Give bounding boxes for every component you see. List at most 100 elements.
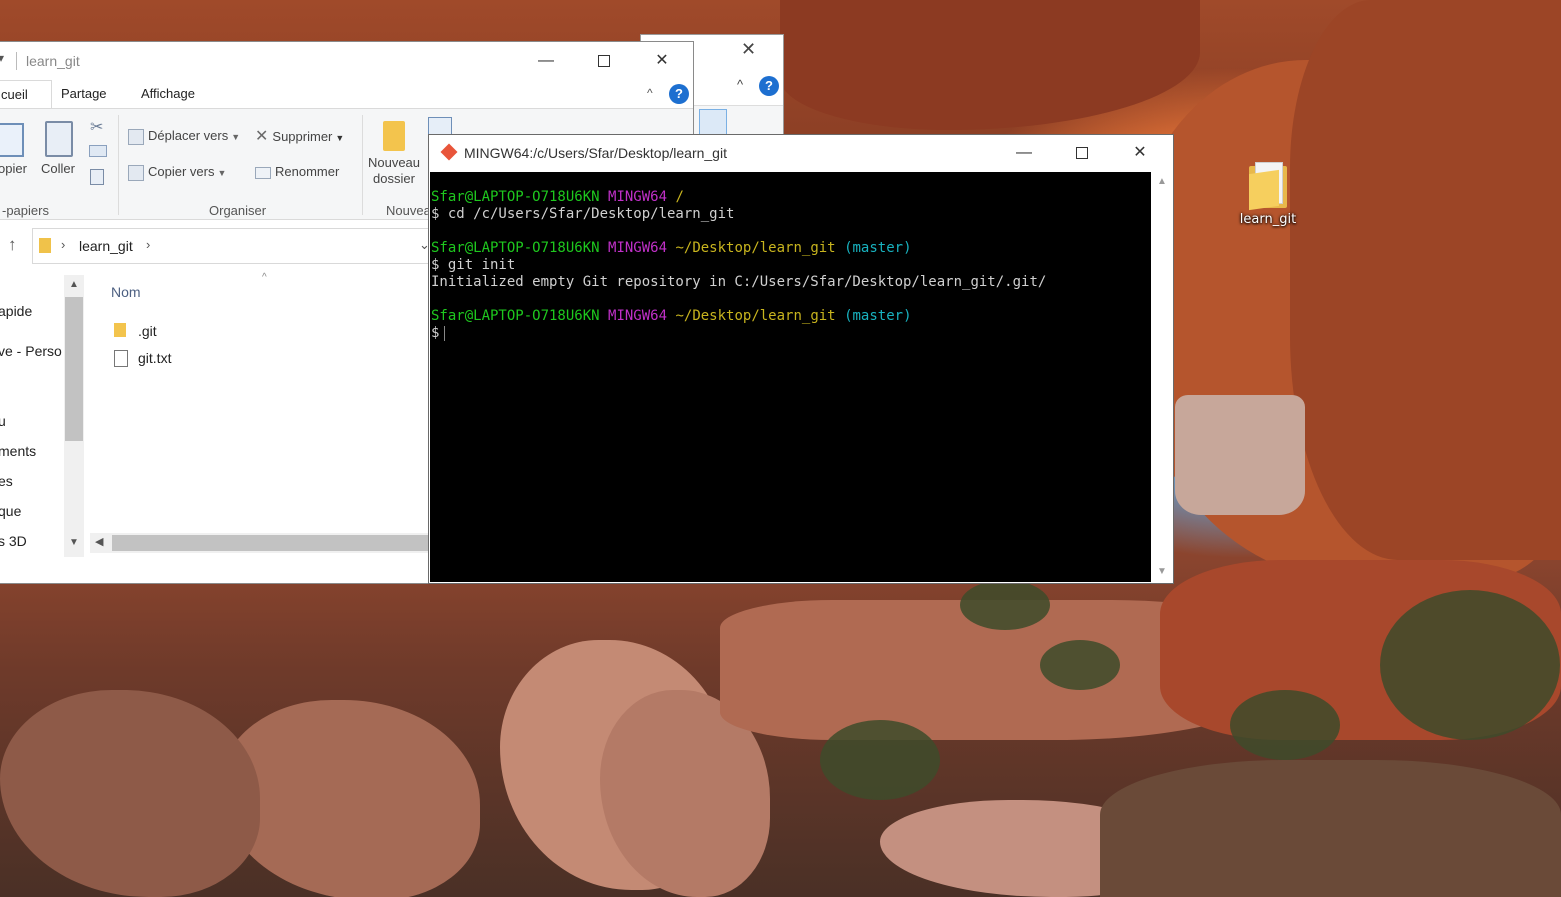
group-label-new: Nouvea xyxy=(386,203,431,218)
rename-label: Renommer xyxy=(275,164,340,179)
prompt-system: MINGW64 xyxy=(608,240,668,256)
chevron-up-icon[interactable]: ^ xyxy=(737,77,743,92)
breadcrumb-item-learn-git[interactable]: learn_git xyxy=(79,238,133,254)
paste-shortcut-icon[interactable] xyxy=(90,169,104,185)
tab-affichage[interactable]: Affichage xyxy=(139,80,197,108)
help-icon[interactable]: ? xyxy=(759,76,779,96)
copy-to-button[interactable]: Copier vers ▼ xyxy=(128,164,226,181)
scrollbar-thumb[interactable] xyxy=(112,535,430,551)
prompt-branch: (master) xyxy=(844,308,912,324)
scroll-down-icon[interactable]: ▼ xyxy=(1157,566,1167,577)
group-label-organize: Organiser xyxy=(209,203,267,218)
new-folder-button[interactable]: Nouveau dossier xyxy=(366,117,422,199)
wallpaper-shrub xyxy=(820,720,940,800)
maximize-button[interactable] xyxy=(1059,135,1105,171)
cut-icon[interactable]: ✂ xyxy=(90,117,103,137)
window-title: learn_git xyxy=(26,53,80,69)
prompt-user: Sfar@LAPTOP-O718U6KN xyxy=(431,240,600,256)
breadcrumb[interactable]: › learn_git › ⌄ xyxy=(32,228,434,264)
text-cursor xyxy=(444,325,446,341)
wallpaper-ground xyxy=(1100,760,1561,897)
prompt-system: MINGW64 xyxy=(608,308,668,324)
view-layout-icon[interactable] xyxy=(699,109,727,137)
prompt-line: Sfar@LAPTOP-O718U6KN MINGW64 / xyxy=(431,189,684,206)
wallpaper-shrub xyxy=(1040,640,1120,690)
scroll-down-icon[interactable]: ▼ xyxy=(69,537,79,548)
up-arrow-icon[interactable]: ↑ xyxy=(8,235,17,255)
file-name: .git xyxy=(138,323,157,339)
horizontal-scrollbar[interactable]: ◀ xyxy=(90,533,430,553)
minimize-button[interactable]: — xyxy=(523,42,569,80)
title-bar[interactable]: MINGW64:/c/Users/Sfar/Desktop/learn_git … xyxy=(429,135,1173,171)
prompt-path: ~/Desktop/learn_git xyxy=(675,308,836,324)
maximize-button[interactable] xyxy=(581,42,627,80)
wallpaper-mesa xyxy=(1175,395,1305,515)
sort-ascending-icon: ^ xyxy=(262,272,267,283)
nav-item-pictures[interactable]: es xyxy=(0,473,13,489)
terminal-scrollbar[interactable]: ▲ ▼ xyxy=(1152,172,1172,582)
tab-partage[interactable]: Partage xyxy=(59,80,109,108)
ribbon-separator xyxy=(362,115,363,215)
prompt-line: Sfar@LAPTOP-O718U6KN MINGW64 ~/Desktop/l… xyxy=(431,308,912,325)
input-line[interactable]: $ xyxy=(431,325,446,342)
prompt-path: / xyxy=(675,189,684,205)
nav-item-desktop[interactable]: u xyxy=(0,413,6,429)
prompt-path: ~/Desktop/learn_git xyxy=(675,240,836,256)
move-to-icon xyxy=(128,128,144,145)
nav-item-documents[interactable]: ments xyxy=(0,443,36,459)
close-icon[interactable]: ✕ xyxy=(741,39,756,60)
nav-item-quick-access[interactable]: apide xyxy=(0,303,32,319)
close-button[interactable]: ✕ xyxy=(639,42,685,80)
clipboard-icon xyxy=(45,121,73,157)
desktop-folder-learn-git[interactable]: learn_git xyxy=(1230,158,1306,227)
quick-access-dropdown-icon[interactable]: ▾ xyxy=(0,51,4,65)
navigation-scrollbar[interactable]: ▲ ▼ xyxy=(64,275,84,557)
minimize-button[interactable]: — xyxy=(1001,135,1047,171)
output-line: Initialized empty Git repository in C:/U… xyxy=(431,274,1047,290)
desktop-folder-label: learn_git xyxy=(1239,212,1297,227)
chevron-right-icon[interactable]: › xyxy=(61,237,65,252)
prompt-user: Sfar@LAPTOP-O718U6KN xyxy=(431,189,600,205)
wallpaper-arch-rock xyxy=(780,0,1200,130)
command-line: $ git init xyxy=(431,257,516,273)
wallpaper-arch-rock xyxy=(1290,0,1561,560)
prompt-line: Sfar@LAPTOP-O718U6KN MINGW64 ~/Desktop/l… xyxy=(431,240,912,257)
collapse-ribbon-icon[interactable]: ^ xyxy=(647,86,653,100)
terminal-console[interactable]: Sfar@LAPTOP-O718U6KN MINGW64 / $ cd /c/U… xyxy=(430,172,1151,582)
text-file-icon xyxy=(114,350,128,367)
delete-button[interactable]: ✕ Supprimer ▼ xyxy=(255,126,344,146)
scroll-left-icon[interactable]: ◀ xyxy=(95,535,103,548)
rename-icon xyxy=(255,166,271,179)
close-button[interactable]: ✕ xyxy=(1117,135,1163,171)
scroll-up-icon[interactable]: ▲ xyxy=(69,279,79,290)
tab-accueil[interactable]: cueil xyxy=(0,80,52,109)
new-folder-icon xyxy=(383,121,405,151)
command-line: $ cd /c/Users/Sfar/Desktop/learn_git xyxy=(431,206,735,222)
scrollbar-thumb[interactable] xyxy=(65,297,83,441)
copy-to-label: Copier vers xyxy=(148,164,215,179)
git-bash-terminal-window[interactable]: MINGW64:/c/Users/Sfar/Desktop/learn_git … xyxy=(428,134,1174,584)
help-icon[interactable]: ? xyxy=(669,84,689,104)
copy-path-icon[interactable] xyxy=(89,145,107,157)
git-logo-icon xyxy=(440,143,458,161)
ribbon-separator xyxy=(118,115,119,215)
move-to-button[interactable]: Déplacer vers ▼ xyxy=(128,128,240,145)
title-separator xyxy=(16,52,17,70)
wallpaper-shrub xyxy=(1380,590,1560,740)
chevron-right-icon[interactable]: › xyxy=(146,237,150,252)
prompt-system: MINGW64 xyxy=(608,189,668,205)
nav-item-3d-objects[interactable]: s 3D xyxy=(0,533,27,549)
nav-item-music[interactable]: que xyxy=(0,503,21,519)
copy-label: opier xyxy=(0,161,27,176)
copy-icon xyxy=(0,123,24,157)
title-bar[interactable]: ▾ learn_git — ✕ xyxy=(0,42,693,80)
move-to-label: Déplacer vers xyxy=(148,128,229,143)
copy-button[interactable]: opier xyxy=(0,119,30,179)
window-title: MINGW64:/c/Users/Sfar/Desktop/learn_git xyxy=(464,145,727,161)
paste-button[interactable]: Coller xyxy=(40,117,82,181)
column-header-name[interactable]: Nom xyxy=(111,284,141,300)
nav-item-onedrive[interactable]: ve - Perso xyxy=(0,343,62,359)
ribbon-tabs: cueil Partage Affichage ^ ? xyxy=(0,80,693,109)
scroll-up-icon[interactable]: ▲ xyxy=(1157,176,1167,187)
rename-button[interactable]: Renommer xyxy=(255,164,339,179)
